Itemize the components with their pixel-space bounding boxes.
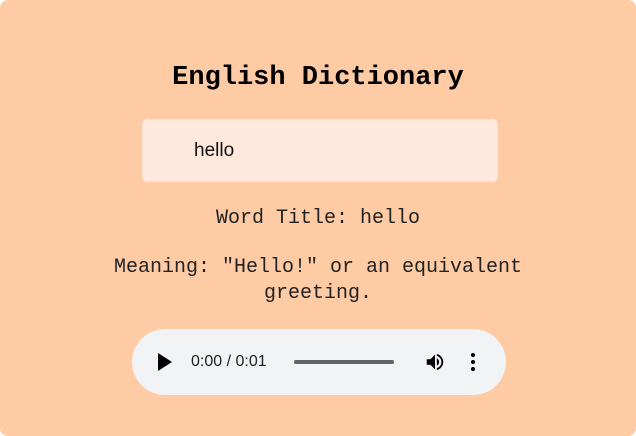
play-icon[interactable]: [158, 353, 172, 371]
search-input[interactable]: hello: [142, 119, 498, 182]
more-options-icon[interactable]: [467, 351, 479, 373]
word-title: Word Title: hello: [215, 207, 421, 230]
dictionary-card: English Dictionary hello Word Title: hel…: [0, 0, 636, 436]
search-input-value[interactable]: hello: [194, 140, 234, 162]
word-meaning: Meaning: "Hello!" or an equivalent greet…: [113, 256, 523, 305]
audio-time: 0:00 / 0:01: [191, 353, 267, 370]
page-title: English Dictionary: [172, 63, 464, 93]
volume-icon[interactable]: [424, 351, 446, 373]
audio-progress-slider[interactable]: [294, 360, 394, 364]
audio-player[interactable]: 0:00 / 0:01: [132, 329, 506, 395]
